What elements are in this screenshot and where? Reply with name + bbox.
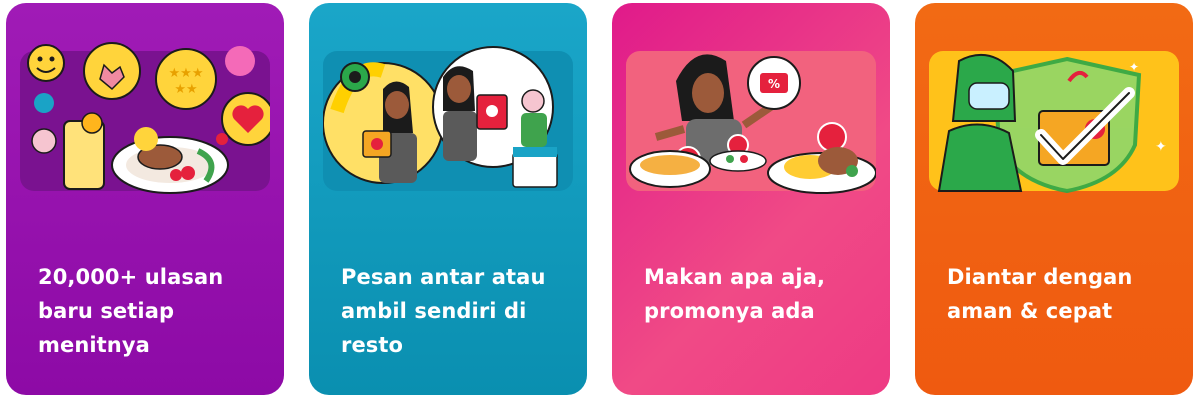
svg-text:★★★: ★★★	[169, 66, 204, 81]
feature-card-safe-delivery[interactable]: ✦ ✦ Diantar dengan aman & cepat	[915, 3, 1193, 395]
card-caption: 20,000+ ulasan baru setiap menitnya	[38, 265, 224, 357]
feature-card-pickup-delivery[interactable]: Pesan antar atau ambil sendiri di resto	[309, 3, 587, 395]
feature-cards-row: ★★★ ★★ 20,000+ ulasan baru setiap menitn…	[0, 0, 1200, 400]
feature-card-promo[interactable]: % Makan apa aja, promonya ada	[612, 3, 890, 395]
card-caption: Makan apa aja, promonya ada	[644, 265, 826, 323]
svg-text:✦: ✦	[1129, 60, 1139, 74]
reviews-illustration: ★★★ ★★	[20, 41, 270, 201]
svg-text:✦: ✦	[1155, 139, 1167, 155]
pickup-delivery-illustration	[323, 41, 573, 201]
card-caption: Diantar dengan aman & cepat	[947, 265, 1133, 323]
svg-text:★★: ★★	[174, 82, 197, 97]
safe-delivery-illustration: ✦ ✦	[929, 41, 1179, 201]
promo-food-illustration: %	[626, 41, 876, 201]
card-caption: Pesan antar atau ambil sendiri di resto	[341, 265, 546, 357]
feature-card-reviews[interactable]: ★★★ ★★ 20,000+ ulasan baru setiap menitn…	[6, 3, 284, 395]
svg-text:%: %	[768, 77, 780, 91]
